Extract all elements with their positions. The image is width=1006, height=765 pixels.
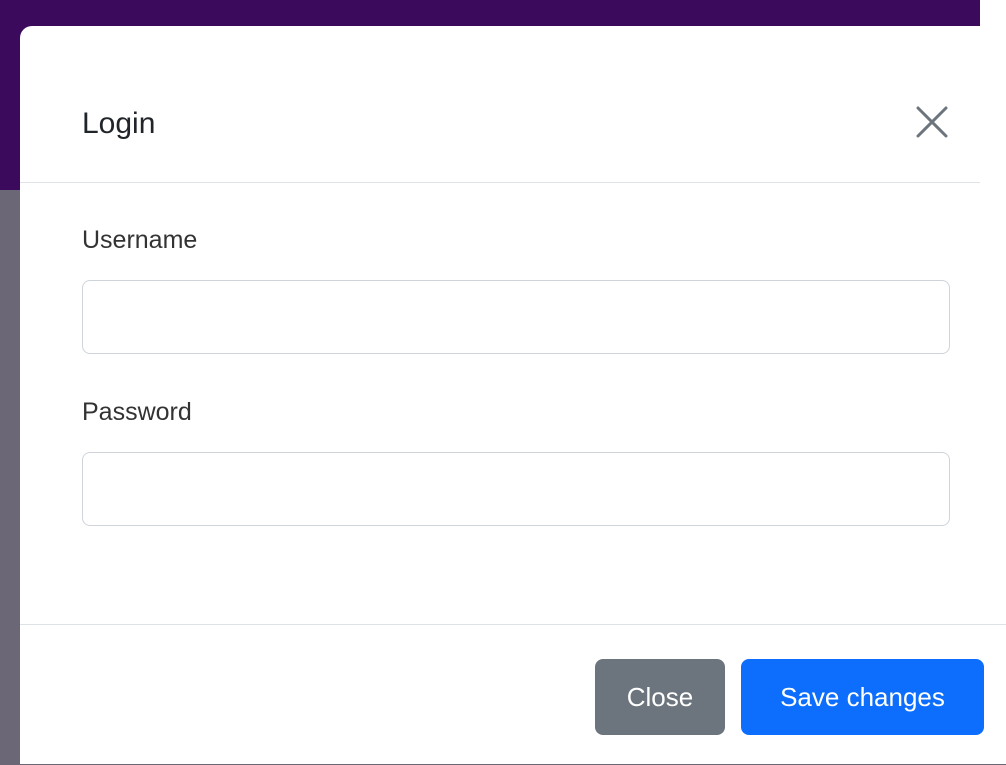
- modal-header: Login: [20, 26, 980, 183]
- modal-title: Login: [82, 107, 156, 140]
- save-changes-button[interactable]: Save changes: [741, 659, 984, 735]
- login-modal: Login Username Password Close Save chang…: [20, 26, 1006, 764]
- close-icon: [910, 100, 954, 144]
- username-label: Username: [82, 226, 198, 254]
- close-button[interactable]: Close: [595, 659, 725, 735]
- modal-close-button[interactable]: [910, 100, 954, 144]
- password-input[interactable]: [82, 452, 950, 526]
- username-input[interactable]: [82, 280, 950, 354]
- password-label: Password: [82, 398, 192, 426]
- modal-footer: Close Save changes: [20, 624, 1006, 765]
